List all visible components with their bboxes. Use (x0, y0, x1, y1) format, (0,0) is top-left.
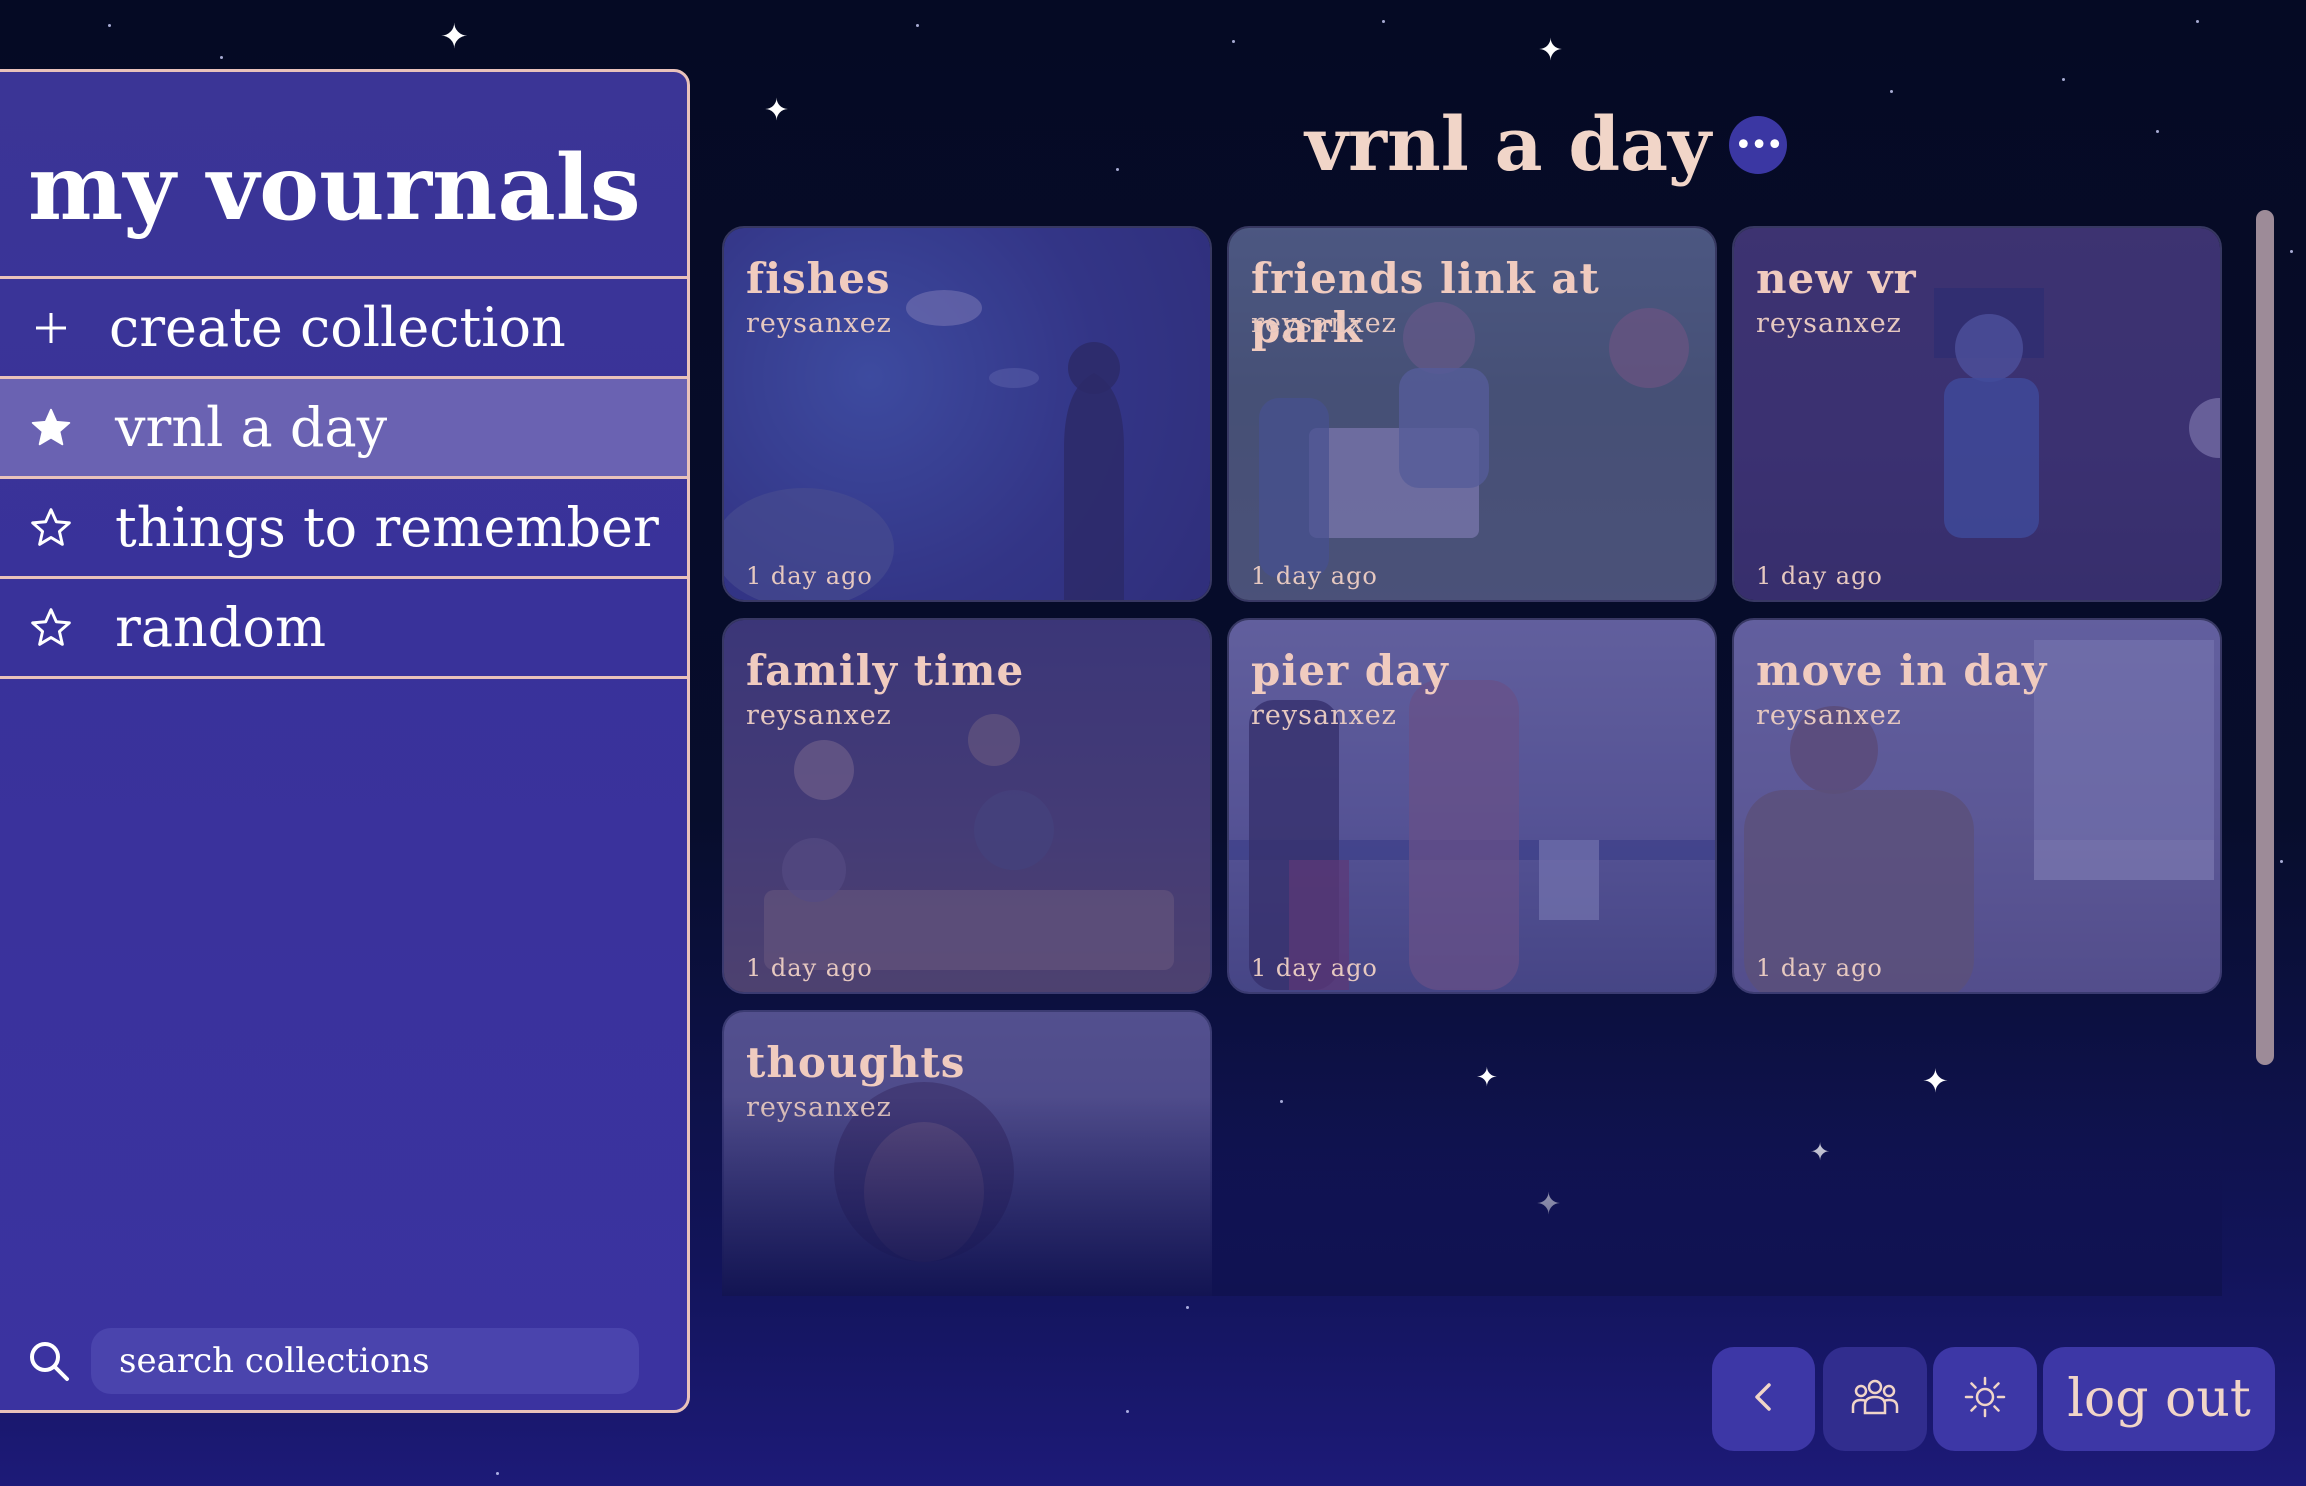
entry-author: reysanxez (1756, 308, 1902, 339)
theme-toggle-button[interactable] (1933, 1347, 2037, 1451)
sidebar-item-label: vrnl a day (115, 396, 388, 459)
sidebar-item-label: random (115, 596, 327, 659)
search-input[interactable] (91, 1328, 639, 1394)
sidebar-item-label: things to remember (115, 496, 659, 559)
entry-title: pier day (1251, 646, 1449, 695)
entry-author: reysanxez (746, 308, 892, 339)
search-icon[interactable] (27, 1339, 71, 1383)
sidebar-title: my vournals (0, 72, 687, 279)
entry-card[interactable]: pier day reysanxez 1 day ago (1227, 618, 1717, 994)
plus-icon (27, 304, 75, 352)
entry-title: move in day (1756, 646, 2048, 695)
scrollbar-thumb[interactable] (2256, 210, 2274, 1065)
entry-timestamp: 1 day ago (1251, 954, 1378, 982)
ellipsis-icon: ••• (1734, 127, 1784, 163)
chevron-left-icon (1744, 1377, 1784, 1421)
entry-card[interactable]: move in day reysanxez 1 day ago (1732, 618, 2222, 994)
sidebar-item-random[interactable]: random (0, 579, 687, 679)
entry-card[interactable]: family time reysanxez 1 day ago (722, 618, 1212, 994)
star-outline-icon (27, 504, 75, 552)
entry-author: reysanxez (1251, 308, 1397, 339)
collections-sidebar: my vournals create collection vrnl a day… (0, 69, 690, 1413)
entry-card[interactable]: fishes reysanxez 1 day ago (722, 226, 1212, 602)
sidebar-item-things-to-remember[interactable]: things to remember (0, 479, 687, 579)
sidebar-item-vrnl-a-day[interactable]: vrnl a day (0, 379, 687, 479)
entry-timestamp: 1 day ago (746, 562, 873, 590)
create-collection-button[interactable]: create collection (0, 279, 687, 379)
entry-title: new vr (1756, 254, 1917, 303)
star-outline-icon (27, 604, 75, 652)
entries-grid: fishes reysanxez 1 day ago friends link … (722, 226, 2222, 1296)
entry-timestamp: 1 day ago (1756, 562, 1883, 590)
collection-header: vrnl a day ••• (1305, 100, 1788, 190)
page-title: vrnl a day (1305, 102, 1712, 188)
entry-title: thoughts (746, 1038, 966, 1087)
people-group-icon (1851, 1377, 1899, 1421)
search-bar (27, 1328, 639, 1394)
friends-button[interactable] (1823, 1347, 1927, 1451)
entry-author: reysanxez (1756, 700, 1902, 731)
entry-card[interactable]: friends link at park reysanxez 1 day ago (1227, 226, 1717, 602)
star-filled-icon (27, 404, 75, 452)
entry-author: reysanxez (746, 1092, 892, 1123)
entry-title: family time (746, 646, 1025, 695)
entry-author: reysanxez (1251, 700, 1397, 731)
entry-author: reysanxez (746, 700, 892, 731)
entry-card[interactable]: thoughts reysanxez (722, 1010, 1212, 1296)
sun-icon (1963, 1375, 2007, 1423)
logout-button[interactable]: log out (2043, 1347, 2275, 1451)
entry-timestamp: 1 day ago (1756, 954, 1883, 982)
create-collection-label: create collection (109, 296, 566, 359)
entry-card[interactable]: new vr reysanxez 1 day ago (1732, 226, 2222, 602)
entry-timestamp: 1 day ago (746, 954, 873, 982)
more-options-button[interactable]: ••• (1729, 116, 1788, 174)
entry-timestamp: 1 day ago (1251, 562, 1378, 590)
back-button[interactable] (1712, 1347, 1815, 1451)
entry-title: fishes (746, 254, 891, 303)
